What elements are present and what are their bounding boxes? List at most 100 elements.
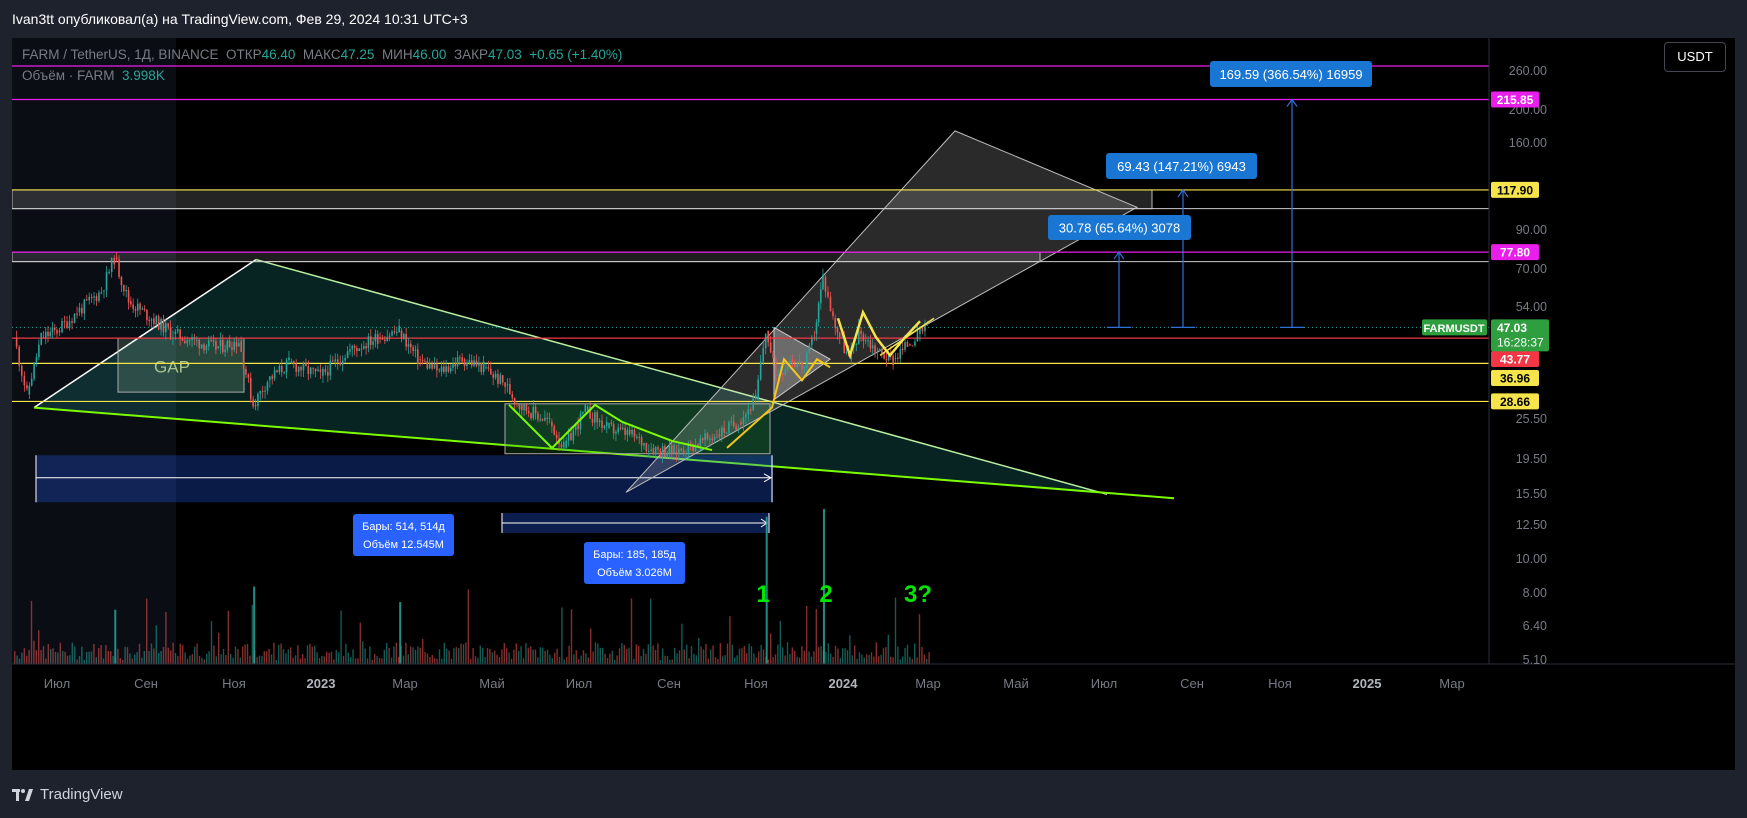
candle-body — [685, 453, 687, 455]
y-tick-label: 6.40 — [1523, 619, 1547, 633]
chart-pane[interactable]: GAP 169.59 (366.54%) 16959 69.43 (147.21%)… — [12, 38, 1735, 770]
candle-body — [400, 330, 403, 339]
volume-bar — [498, 656, 501, 664]
candle-body — [899, 349, 902, 359]
volume-bar — [182, 645, 184, 664]
volume-bar — [405, 642, 407, 664]
volume-bar — [364, 648, 366, 664]
volume-bar — [268, 648, 270, 664]
legend-symbol[interactable]: FARM / TetherUS, 1Д, BINANCE — [22, 47, 218, 62]
volume-bar — [750, 646, 753, 664]
volume-bar — [160, 650, 162, 664]
volume-bar — [258, 655, 261, 664]
volume-bar — [21, 652, 23, 664]
x-tick-label: Мар — [392, 676, 417, 691]
volume-bar — [525, 643, 527, 664]
volume-bar — [302, 654, 304, 664]
volume-bar — [669, 659, 671, 664]
volume-bar — [558, 656, 561, 664]
volume-bar — [201, 657, 203, 664]
price-chart-svg[interactable]: GAP 169.59 (366.54%) 16959 69.43 (147.21%)… — [12, 38, 1735, 770]
y-tick-label: 54.00 — [1516, 300, 1547, 314]
volume-bar — [777, 644, 779, 664]
volume-bar — [592, 651, 594, 664]
volume-bar — [350, 656, 352, 664]
candle-body — [259, 390, 262, 394]
volume-bar — [165, 612, 167, 664]
volume-bar — [110, 651, 112, 664]
volume-bar — [556, 648, 558, 664]
volume-bar — [438, 649, 441, 664]
candle-body — [454, 363, 457, 367]
candle-body — [386, 336, 389, 341]
candle-body — [906, 342, 909, 347]
candle-body — [553, 426, 556, 435]
candle-body — [215, 341, 217, 350]
volume-bar — [911, 658, 913, 664]
candle-body — [473, 360, 475, 366]
volume-bar — [285, 653, 287, 664]
volume-bar — [832, 656, 834, 664]
candle-body — [196, 339, 198, 341]
volume-bar — [846, 650, 849, 664]
volume-bar — [155, 625, 157, 664]
volume-bar — [86, 652, 88, 664]
volume-bar — [290, 647, 292, 664]
volume-bar — [486, 647, 489, 664]
volume-bar — [582, 650, 585, 664]
volume-bar — [14, 651, 16, 664]
currency-button[interactable]: USDT — [1664, 42, 1726, 72]
measure-label-1: 69.43 (147.21%) 6943 — [1117, 159, 1246, 174]
tradingview-brand[interactable]: TradingView — [12, 786, 123, 803]
volume-bar — [767, 659, 769, 664]
candle-body — [740, 421, 742, 425]
volume-bar — [395, 642, 397, 664]
candle-body — [240, 340, 243, 352]
candle-body — [619, 427, 622, 429]
volume-bar — [515, 643, 517, 664]
volume-bar — [198, 655, 201, 664]
legend-open-label: ОТКР — [225, 47, 262, 62]
candle-body — [379, 337, 381, 339]
candle-body — [351, 345, 354, 350]
volume-bar — [909, 656, 911, 664]
candle-body — [118, 259, 120, 277]
volume-bar — [95, 657, 97, 664]
y-tick-label: 90.00 — [1516, 223, 1547, 237]
volume-bar — [546, 649, 549, 664]
candle-body — [769, 342, 772, 353]
candle-body — [438, 369, 441, 371]
volume-bar — [755, 657, 757, 664]
candle-body — [238, 343, 240, 347]
volume-bar — [136, 652, 138, 664]
volume-bar — [520, 646, 522, 664]
x-tick-label: Июл — [566, 676, 592, 691]
candle-body — [855, 344, 858, 346]
wave-count-1: 1 — [756, 581, 769, 608]
axis-level-label-4: 36.96 — [1500, 372, 1530, 386]
candle-body — [883, 353, 885, 359]
candle-body — [534, 406, 537, 414]
candle-body — [254, 404, 257, 407]
candle-body — [290, 361, 293, 364]
volume-bar — [371, 659, 373, 664]
candle-body — [617, 427, 620, 432]
legend-volume-label[interactable]: Объём · FARM — [22, 68, 115, 83]
volume-bar — [455, 647, 457, 664]
candle-body — [499, 375, 502, 384]
candle-body — [358, 348, 360, 352]
candle-body — [820, 289, 822, 304]
volume-bar — [62, 651, 64, 664]
volume-bar — [861, 654, 863, 664]
candle-body — [210, 340, 212, 342]
candle-body — [914, 341, 916, 346]
candle-body — [419, 359, 421, 361]
volume-bar — [232, 657, 234, 664]
candle-body — [440, 366, 443, 372]
volume-bar — [222, 648, 225, 664]
volume-bar — [882, 648, 885, 664]
candle-body — [167, 323, 169, 328]
candle-body — [732, 421, 735, 426]
volume-bar — [578, 659, 580, 664]
candle-body — [860, 330, 862, 335]
